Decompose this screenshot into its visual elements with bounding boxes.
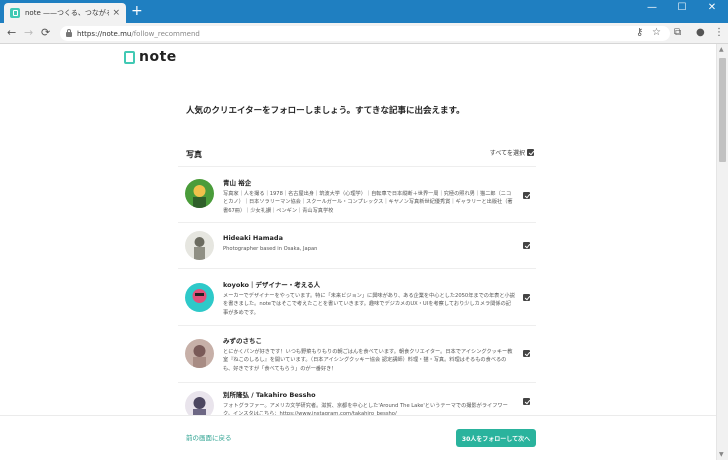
key-icon[interactable]: ⚷ (636, 27, 643, 39)
close-window-button[interactable]: ✕ (697, 2, 727, 14)
minimize-button[interactable]: — (637, 2, 667, 14)
page-content: note 人気のクリエイターをフォローしましょう。すてきな記事に出会えます。 写… (0, 44, 716, 460)
avatar-image (185, 283, 214, 312)
creator-bio: とにかくパンが好きです！いつも野菜もりもりの朝ごはんを食べています。朝食クリエイ… (223, 349, 513, 372)
creator-row: 青山 裕企 写真家｜人を撮る｜1978｜名古屋出身｜筑波大学（心理学）｜自転車で… (178, 166, 536, 222)
url-host: https://note.mu (77, 29, 132, 38)
creator-avatar[interactable] (185, 339, 214, 368)
scroll-down-icon[interactable]: ▼ (719, 451, 724, 458)
creator-name[interactable]: みずのさちこ (223, 335, 515, 345)
page-headline: 人気のクリエイターをフォローしましょう。すてきな記事に出会えます。 (186, 106, 465, 116)
creator-name[interactable]: 青山 裕企 (223, 177, 515, 187)
sticky-footer: 前の画面に戻る 30人をフォローして次へ (0, 415, 716, 460)
follow-checkbox[interactable] (523, 294, 530, 301)
avatar-image (185, 339, 214, 368)
menu-icon[interactable]: ⋮ (714, 27, 724, 39)
creator-bio: Photographer based in Osaka, Japan (223, 246, 318, 252)
follow-checkbox[interactable] (523, 350, 530, 357)
creator-info: koyoko｜デザイナー・考える人 メーカーでデザイナーをやっています。特に「未… (223, 279, 515, 317)
lock-icon (66, 29, 72, 37)
note-favicon-icon (10, 8, 20, 18)
logo-text: note (139, 49, 177, 65)
avatar-image (185, 179, 214, 208)
page-scrollbar[interactable]: ▲ ▼ (716, 44, 728, 460)
tab-title: note ——つくる、つながる、とどける。 (25, 9, 110, 17)
scroll-up-icon[interactable]: ▲ (719, 46, 724, 53)
creator-name[interactable]: koyoko｜デザイナー・考える人 (223, 279, 515, 289)
section-title: 写真 (186, 150, 202, 159)
creator-info: Hideaki Hamada Photographer based in Osa… (223, 234, 515, 253)
creator-list: 青山 裕企 写真家｜人を撮る｜1978｜名古屋出身｜筑波大学（心理学）｜自転車で… (178, 166, 536, 432)
creator-name[interactable]: Hideaki Hamada (223, 234, 515, 242)
browser-toolbar: ← → ⟳ https://note.mu/follow_recommend ⚷… (0, 23, 728, 44)
note-logo[interactable]: note (124, 49, 177, 65)
creator-avatar[interactable] (185, 179, 214, 208)
follow-checkbox[interactable] (523, 192, 530, 199)
note-logo-icon (124, 50, 135, 64)
extension-icon[interactable]: ⧉ (674, 27, 681, 39)
select-all-toggle[interactable]: すべてを選択 (490, 148, 534, 157)
forward-button[interactable]: → (24, 27, 33, 39)
follow-checkbox[interactable] (523, 242, 530, 249)
creator-name[interactable]: 別所隆弘 / Takahiro Bessho (223, 389, 515, 399)
bookmark-star-icon[interactable]: ☆ (652, 27, 661, 39)
reload-button[interactable]: ⟳ (41, 27, 50, 39)
select-all-label: すべてを選択 (489, 150, 525, 157)
browser-tab[interactable]: note ——つくる、つながる、とどける。 × (4, 3, 126, 23)
creator-row: Hideaki Hamada Photographer based in Osa… (178, 222, 536, 268)
creator-info: 青山 裕企 写真家｜人を撮る｜1978｜名古屋出身｜筑波大学（心理学）｜自転車で… (223, 177, 515, 215)
back-button[interactable]: ← (7, 27, 16, 39)
window-titlebar: note ——つくる、つながる、とどける。 × + — ☐ ✕ (0, 0, 728, 23)
avatar-image (185, 231, 214, 260)
creator-row: koyoko｜デザイナー・考える人 メーカーでデザイナーをやっています。特に「未… (178, 268, 536, 325)
creator-bio: 写真家｜人を撮る｜1978｜名古屋出身｜筑波大学（心理学）｜自転車で日本縦断＋世… (223, 191, 513, 214)
creator-avatar[interactable] (185, 231, 214, 260)
account-icon[interactable]: ● (696, 27, 705, 39)
back-link[interactable]: 前の画面に戻る (186, 432, 232, 442)
creator-bio: メーカーでデザイナーをやっています。特に「未来ビジョン」に興味があり、ある企業を… (223, 293, 515, 316)
new-tab-button[interactable]: + (131, 4, 143, 18)
select-all-checkbox[interactable] (527, 149, 534, 156)
tab-close-icon[interactable]: × (112, 8, 120, 18)
url-path: /follow_recommend (131, 29, 200, 38)
follow-checkbox[interactable] (523, 398, 530, 405)
address-bar[interactable]: https://note.mu/follow_recommend (60, 26, 670, 41)
follow-and-next-button[interactable]: 30人をフォローして次へ (456, 429, 536, 447)
creator-info: みずのさちこ とにかくパンが好きです！いつも野菜もりもりの朝ごはんを食べています… (223, 335, 515, 373)
url-text: https://note.mu/follow_recommend (77, 30, 200, 38)
maximize-button[interactable]: ☐ (667, 2, 697, 14)
scroll-thumb[interactable] (719, 58, 726, 162)
creator-row: みずのさちこ とにかくパンが好きです！いつも野菜もりもりの朝ごはんを食べています… (178, 325, 536, 382)
creator-avatar[interactable] (185, 283, 214, 312)
